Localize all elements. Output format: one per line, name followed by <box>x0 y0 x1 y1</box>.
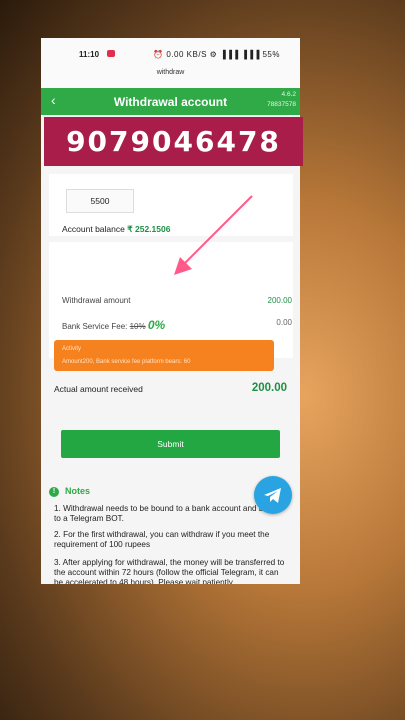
note-item: 2. For the first withdrawal, you can wit… <box>54 530 270 549</box>
page-label: withdraw <box>41 69 300 88</box>
telegram-glyph <box>264 488 281 503</box>
notes-info-icon: ! <box>49 486 59 497</box>
actual-value: 200.00 <box>251 382 287 394</box>
actual-amount-row: Actual amount received 200.00 <box>54 382 287 394</box>
status-bar: 11:10 ⏰ 0.00 KB/S ⚙ ▐▐▐ ▐▐▐ 55% <box>41 38 300 70</box>
note-item: 1. Withdrawal needs to be bound to a ban… <box>54 504 282 523</box>
amount-input[interactable]: 5500 <box>66 189 134 213</box>
record-icon <box>107 50 115 57</box>
page-title: Withdrawal account <box>113 95 228 109</box>
withdrawal-amount-value: 200.00 <box>267 296 292 305</box>
status-time: 11:10 <box>79 50 100 59</box>
notes-heading: ! Notes <box>49 486 90 497</box>
activity-title: Activity <box>62 346 82 352</box>
pointer-arrow-icon <box>174 195 253 275</box>
app-bar: ‹ Withdrawal account 4.6.2 78837578 <box>41 88 300 115</box>
withdrawal-amount-row: Withdrawal amount 200.00 <box>62 296 292 305</box>
account-balance: Account balance ₹ 252.1506 <box>62 224 170 235</box>
submit-button[interactable]: Submit <box>61 430 280 458</box>
fee-new: 0% <box>147 318 166 332</box>
activity-banner: Activity Amount200, Bank service fee pla… <box>54 340 274 371</box>
version-number: 4.6.2 <box>281 91 296 98</box>
fee-value: 0.00 <box>276 318 292 327</box>
fee-label: Bank Service Fee: <box>62 322 128 331</box>
note-item: 3. After applying for withdrawal, the mo… <box>54 558 285 584</box>
activity-description: Amount200, Bank service fee platform bea… <box>62 359 191 365</box>
balance-label: Account balance <box>62 224 125 234</box>
version-info: 4.6.2 78837578 <box>267 90 296 110</box>
phone-number-banner: 9079046478 <box>44 117 303 166</box>
user-id: 78837578 <box>267 101 296 108</box>
telegram-icon[interactable] <box>254 476 292 514</box>
withdrawal-amount-label: Withdrawal amount <box>62 296 131 305</box>
fee-old: 10% <box>129 322 146 331</box>
notes-title: Notes <box>65 486 91 496</box>
actual-label: Actual amount received <box>54 384 143 394</box>
status-icons: ⏰ 0.00 KB/S ⚙ ▐▐▐ ▐▐▐ 55% <box>153 50 280 59</box>
service-fee-row: Bank Service Fee: 10% 0% 0.00 <box>62 318 292 332</box>
balance-value: ₹ 252.1506 <box>127 224 171 234</box>
